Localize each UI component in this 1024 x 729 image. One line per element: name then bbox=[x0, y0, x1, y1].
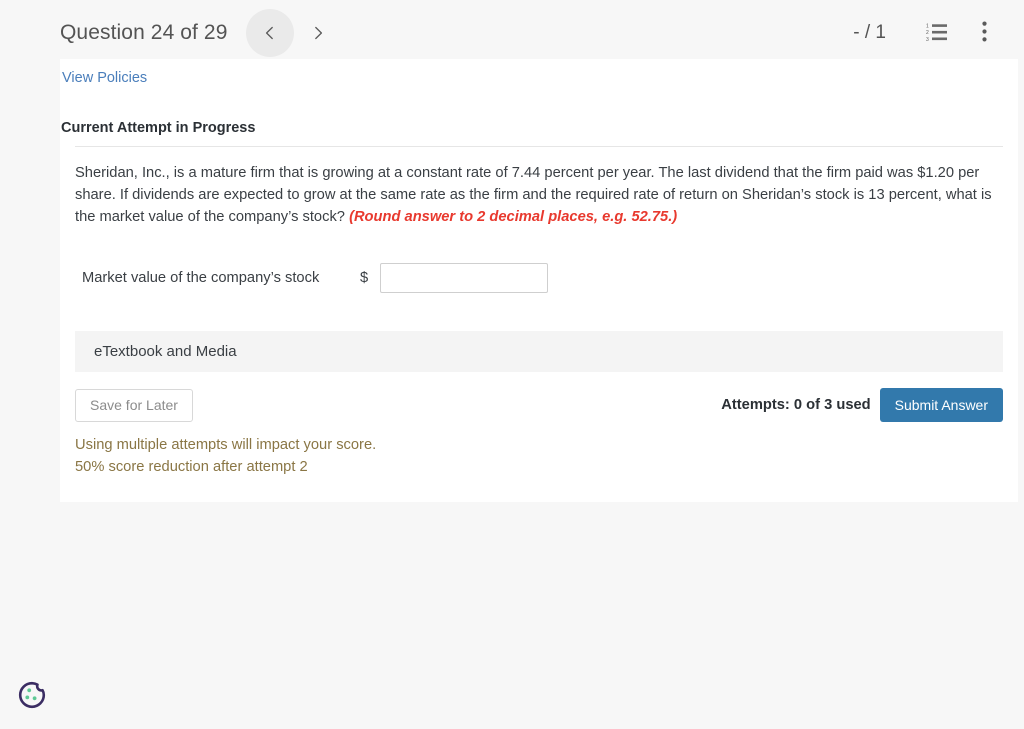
section-divider bbox=[75, 146, 1003, 147]
action-row: Save for Later Attempts: 0 of 3 used Sub… bbox=[75, 388, 1003, 422]
question-text: Sheridan, Inc., is a mature firm that is… bbox=[75, 162, 998, 228]
chevron-left-icon bbox=[263, 26, 277, 40]
etextbook-label: eTextbook and Media bbox=[94, 343, 237, 360]
numbered-list-icon: 1 2 3 bbox=[926, 22, 948, 45]
svg-text:2: 2 bbox=[926, 30, 929, 36]
current-attempt-heading: Current Attempt in Progress bbox=[61, 120, 256, 136]
top-bar: Question 24 of 29 - / 1 1 2 3 bbox=[0, 0, 1024, 66]
attempts-counter: Attempts: 0 of 3 used bbox=[721, 397, 871, 413]
save-for-later-button[interactable]: Save for Later bbox=[75, 388, 193, 422]
cookie-consent-icon bbox=[12, 681, 52, 718]
previous-question-button[interactable] bbox=[245, 9, 294, 57]
view-policies-link[interactable]: View Policies bbox=[62, 70, 147, 86]
svg-text:1: 1 bbox=[926, 23, 929, 29]
etextbook-and-media-bar[interactable]: eTextbook and Media bbox=[75, 331, 1003, 372]
score-indicator: - / 1 bbox=[853, 22, 886, 43]
answer-label: Market value of the company’s stock bbox=[82, 270, 320, 286]
svg-text:3: 3 bbox=[926, 36, 929, 41]
more-options-button[interactable] bbox=[972, 18, 996, 48]
warning-multiple-attempts: Using multiple attempts will impact your… bbox=[75, 437, 377, 453]
question-navigation bbox=[245, 9, 342, 57]
rounding-note: (Round answer to 2 decimal places, e.g. … bbox=[349, 209, 678, 225]
currency-symbol: $ bbox=[360, 270, 369, 286]
attempt-warnings: Using multiple attempts will impact your… bbox=[75, 434, 1018, 478]
submit-answer-button[interactable]: Submit Answer bbox=[879, 388, 1003, 422]
chevron-right-icon bbox=[311, 26, 325, 40]
question-card: View Policies Current Attempt in Progres… bbox=[60, 59, 1018, 502]
warning-score-reduction: 50% score reduction after attempt 2 bbox=[75, 459, 308, 475]
kebab-menu-icon bbox=[981, 21, 987, 45]
answer-row: Market value of the company’s stock $ bbox=[82, 263, 1018, 293]
page-title: Question 24 of 29 bbox=[60, 21, 228, 44]
policies-row: View Policies bbox=[60, 59, 1018, 87]
cookie-consent-button[interactable] bbox=[12, 675, 52, 715]
next-question-button[interactable] bbox=[294, 9, 342, 57]
question-list-button[interactable]: 1 2 3 bbox=[922, 18, 952, 48]
market-value-input[interactable] bbox=[380, 263, 548, 293]
